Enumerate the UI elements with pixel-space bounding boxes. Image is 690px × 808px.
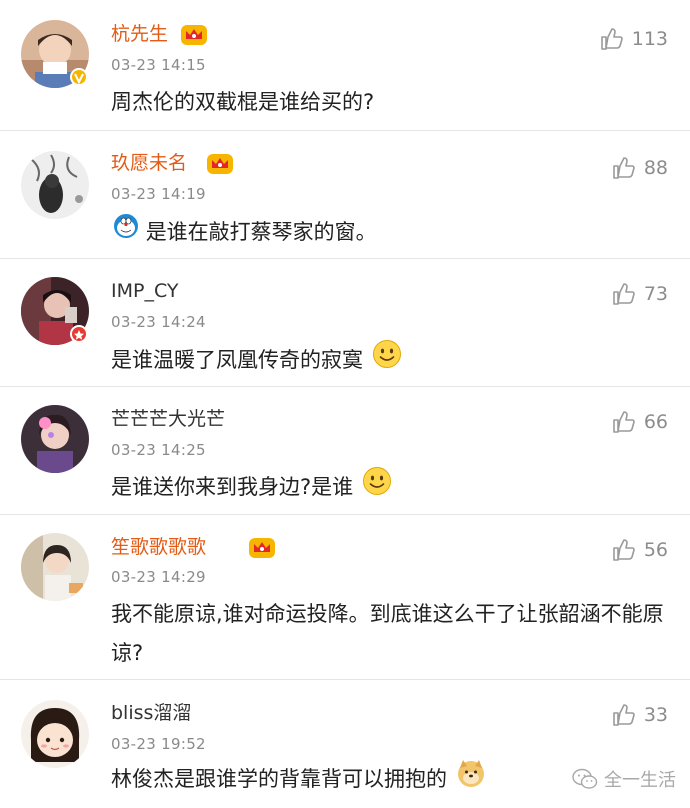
user-avatar[interactable]	[21, 700, 89, 768]
user-avatar[interactable]	[21, 533, 89, 601]
comment-timestamp: 03-23 14:25	[111, 441, 206, 459]
like-count: 33	[643, 704, 668, 726]
comment-text: 是谁送你来到我身边?是谁	[111, 466, 671, 508]
comment-timestamp: 03-23 14:24	[111, 313, 206, 331]
like-button[interactable]: 88	[612, 153, 668, 183]
like-button[interactable]: 66	[612, 407, 668, 437]
comment-item: 玖愿未名 03-23 14:19 是谁在敲打蔡琴家的窗。 88	[0, 131, 690, 259]
thumbs-up-icon	[613, 411, 635, 433]
comment-item: 芒芒芒大光芒 03-23 14:25 是谁送你来到我身边?是谁 66	[0, 387, 690, 515]
comment-item: 杭先生 03-23 14:15 周杰伦的双截棍是谁给买的? 113	[0, 0, 690, 131]
comment-text: 我不能原谅,谁对命运投降。到底谁这么干了让张韶涵不能原谅?	[111, 602, 664, 665]
username[interactable]: bliss溜溜	[111, 701, 191, 725]
thumbs-up-icon	[613, 704, 635, 726]
comment-item: 笙歌歌歌歌 03-23 14:29 我不能原谅,谁对命运投降。到底谁这么干了让张…	[0, 515, 690, 680]
thumbs-up-icon	[613, 157, 635, 179]
username[interactable]: 玖愿未名	[111, 151, 187, 175]
thumbs-up-icon	[600, 28, 623, 50]
vip-crown-icon	[180, 24, 208, 46]
smile-emoji	[362, 466, 392, 508]
comment-item: IMP_CY 03-23 14:24 是谁温暖了凤凰传奇的寂寞 73	[0, 259, 690, 387]
like-count: 73	[643, 283, 668, 305]
like-count: 88	[643, 157, 668, 179]
like-button[interactable]: 73	[612, 279, 668, 309]
watermark-text: 全一生活	[604, 770, 676, 791]
doge-emoji	[456, 758, 486, 800]
like-button[interactable]: 33	[612, 700, 668, 730]
thumbs-up-icon	[613, 283, 635, 305]
smile-emoji	[372, 339, 402, 381]
vip-crown-icon	[248, 537, 276, 559]
username[interactable]: 芒芒芒大光芒	[111, 407, 225, 431]
username[interactable]: 笙歌歌歌歌	[111, 535, 206, 559]
comment-text: 周杰伦的双截棍是谁给买的?	[111, 90, 375, 114]
username[interactable]: IMP_CY	[111, 279, 179, 303]
comment-timestamp: 03-23 14:15	[111, 56, 206, 74]
username[interactable]: 杭先生	[111, 22, 168, 46]
like-button[interactable]: 113	[600, 24, 668, 54]
comment-text: 是谁在敲打蔡琴家的窗。	[111, 212, 671, 251]
comment-text: 是谁温暖了凤凰传奇的寂寞	[111, 339, 671, 381]
like-count: 113	[631, 28, 668, 50]
verified-badge	[70, 68, 88, 86]
user-avatar[interactable]	[21, 151, 89, 219]
comment-timestamp: 03-23 14:29	[111, 568, 206, 586]
wechat-icon	[572, 768, 598, 789]
like-button[interactable]: 56	[612, 535, 668, 565]
like-count: 66	[643, 411, 668, 433]
red-star-badge	[70, 325, 88, 343]
vip-crown-icon	[206, 153, 234, 175]
comment-timestamp: 03-23 19:52	[111, 735, 206, 753]
watermark: 全一生活	[572, 766, 676, 792]
doraemon-emoji	[113, 213, 139, 251]
like-count: 56	[643, 539, 668, 561]
user-avatar[interactable]	[21, 405, 89, 473]
thumbs-up-icon	[613, 539, 635, 561]
comment-timestamp: 03-23 14:19	[111, 185, 206, 203]
